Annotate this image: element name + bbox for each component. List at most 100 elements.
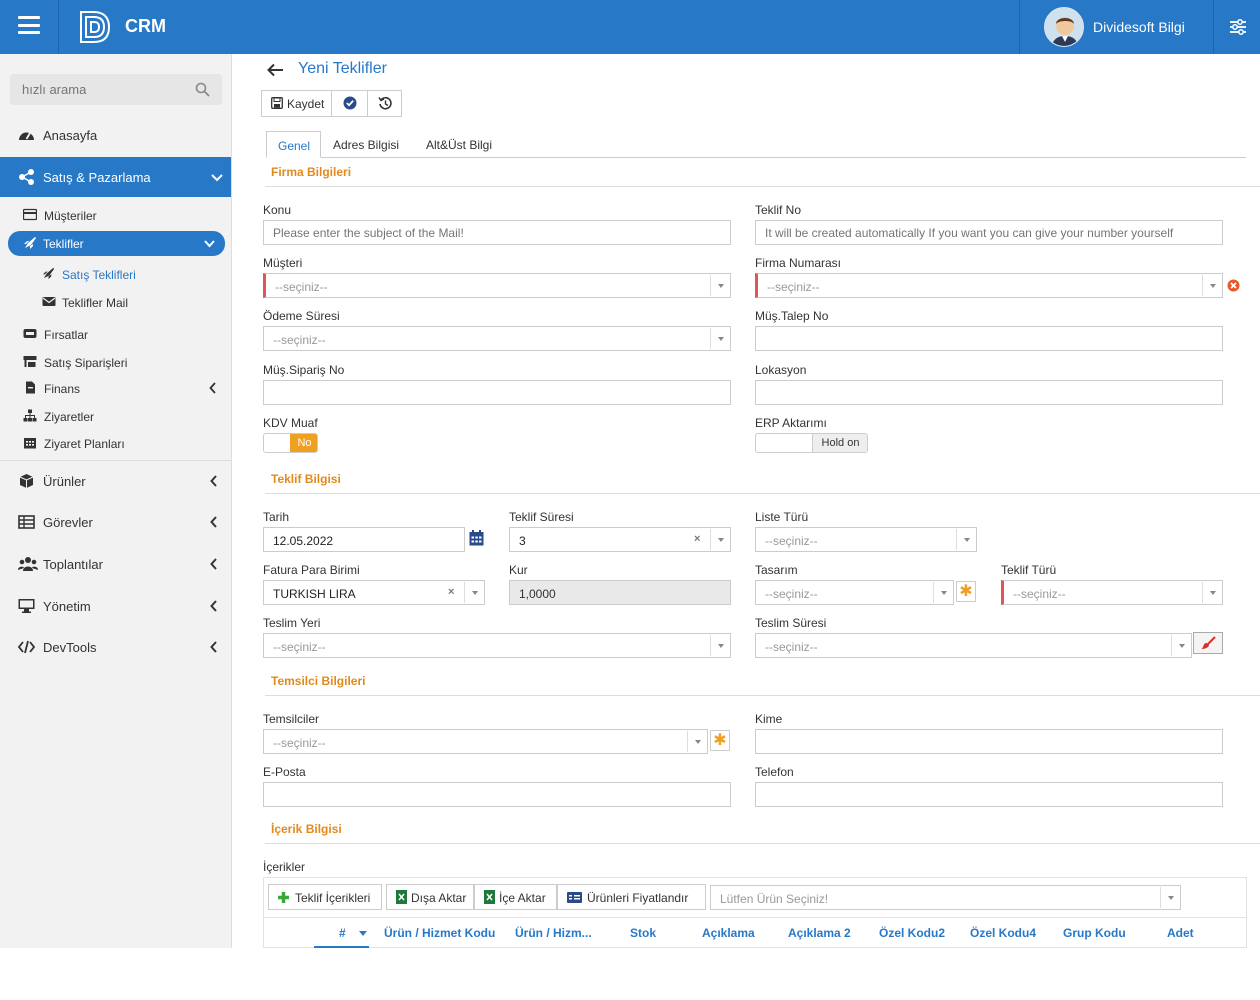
sidebar-subitem-finans[interactable]: Finans bbox=[0, 375, 231, 401]
approve-button[interactable] bbox=[332, 91, 368, 116]
disa-aktar-button[interactable]: Dışa Aktar bbox=[386, 884, 474, 910]
mus-talep-no-input[interactable] bbox=[755, 326, 1223, 351]
temsilciler-select[interactable]: --seçiniz-- bbox=[263, 729, 708, 754]
sidebar-subitem-ziyaretler[interactable]: Ziyaretler bbox=[0, 403, 231, 429]
toggle-state: No bbox=[290, 434, 317, 452]
star-button[interactable]: ✱ bbox=[710, 730, 730, 751]
teklif-turu-select[interactable]: --seçiniz-- bbox=[1001, 580, 1223, 605]
search-icon[interactable] bbox=[195, 82, 210, 97]
search-input[interactable] bbox=[22, 82, 192, 97]
kdv-muaf-toggle[interactable]: No bbox=[263, 433, 318, 453]
tasarim-select[interactable]: --seçiniz-- bbox=[755, 580, 954, 605]
chevron-left-icon[interactable] bbox=[209, 382, 217, 394]
teslim-suresi-select[interactable]: --seçiniz-- bbox=[755, 633, 1192, 658]
dropdown-arrow-icon[interactable] bbox=[1160, 887, 1180, 908]
dropdown-arrow-icon[interactable] bbox=[1171, 635, 1191, 656]
ice-aktar-button[interactable]: İçe Aktar bbox=[474, 884, 557, 910]
tarih-input[interactable]: 12.05.2022 bbox=[263, 527, 465, 552]
dropdown-arrow-icon[interactable] bbox=[710, 275, 730, 296]
grid-column-header[interactable]: Özel Kodu2 bbox=[879, 926, 945, 940]
grid-column-header[interactable]: Stok bbox=[630, 926, 656, 940]
dropdown-arrow-icon[interactable] bbox=[710, 635, 730, 656]
tab-alt-ust-bilgi[interactable]: Alt&Üst Bilgi bbox=[415, 131, 503, 158]
tab-genel[interactable]: Genel bbox=[266, 131, 321, 158]
teslim-yeri-select[interactable]: --seçiniz-- bbox=[263, 633, 731, 658]
dropdown-arrow-icon[interactable] bbox=[956, 529, 976, 550]
grid-column-header[interactable]: # bbox=[339, 926, 346, 940]
musteri-select[interactable]: --seçiniz-- bbox=[263, 273, 731, 298]
dropdown-arrow-icon[interactable] bbox=[1202, 275, 1222, 296]
kime-input[interactable] bbox=[755, 729, 1223, 754]
sort-down-icon[interactable] bbox=[359, 931, 367, 936]
sidebar-item-yonetim[interactable]: Yönetim bbox=[0, 586, 231, 626]
chevron-left-icon[interactable] bbox=[209, 558, 219, 570]
star-button[interactable]: ✱ bbox=[956, 581, 976, 602]
konu-input[interactable] bbox=[263, 220, 731, 245]
clear-icon[interactable]: × bbox=[694, 533, 706, 545]
user-name[interactable]: Dividesoft Bilgi bbox=[1093, 19, 1185, 35]
sidebar-item-toplantilar[interactable]: Toplantılar bbox=[0, 544, 231, 584]
teklif-no-input[interactable] bbox=[755, 220, 1223, 245]
grid-column-header[interactable]: Ürün / Hizm... bbox=[515, 926, 592, 940]
dropdown-arrow-icon[interactable] bbox=[710, 328, 730, 349]
clear-icon[interactable]: × bbox=[448, 586, 460, 598]
sliders-icon[interactable] bbox=[1229, 18, 1247, 36]
tab-adres-bilgisi[interactable]: Adres Bilgisi bbox=[322, 131, 410, 158]
teklif-icerikleri-button[interactable]: Teklif İçerikleri bbox=[268, 884, 382, 910]
clear-circle-icon[interactable] bbox=[1227, 279, 1240, 292]
chevron-down-icon[interactable] bbox=[204, 239, 215, 248]
chevron-left-icon[interactable] bbox=[209, 516, 219, 528]
e-posta-input[interactable] bbox=[263, 782, 731, 807]
telefon-input[interactable] bbox=[755, 782, 1223, 807]
sidebar-item-urunler[interactable]: Ürünler bbox=[0, 461, 231, 501]
chevron-left-icon[interactable] bbox=[209, 475, 219, 487]
liste-turu-select[interactable]: --seçiniz-- bbox=[755, 527, 977, 552]
firma-numarasi-select[interactable]: --seçiniz-- bbox=[755, 273, 1223, 298]
sidebar-item-anasayfa[interactable]: Anasayfa bbox=[0, 115, 231, 155]
fatura-para-birimi-select[interactable]: TURKISH LIRA × bbox=[263, 580, 485, 605]
sidebar-subitem-satis-siparisleri[interactable]: Satış Siparişleri bbox=[0, 349, 231, 375]
back-arrow-icon[interactable] bbox=[267, 63, 284, 77]
eraser-button[interactable] bbox=[1193, 632, 1223, 654]
erp-aktarimi-toggle[interactable]: Hold on bbox=[755, 433, 868, 453]
dropdown-arrow-icon[interactable] bbox=[710, 529, 730, 550]
chevron-left-icon[interactable] bbox=[209, 641, 219, 653]
grid-column-header[interactable]: Açıklama bbox=[702, 926, 755, 940]
urunleri-fiyatlandir-button[interactable]: Ürünleri Fiyatlandır bbox=[557, 884, 706, 910]
divider bbox=[58, 0, 59, 54]
sidebar-subitem-firsatlar[interactable]: Fırsatlar bbox=[0, 321, 231, 347]
sidebar-item-devtools[interactable]: DevTools bbox=[0, 627, 231, 667]
hamburger-menu-icon[interactable] bbox=[18, 16, 40, 34]
grid-column-header[interactable]: Ürün / Hizmet Kodu bbox=[384, 926, 495, 940]
sidebar-subitem-ziyaret-planlari[interactable]: Ziyaret Planları bbox=[0, 430, 231, 456]
odeme-suresi-select[interactable]: --seçiniz-- bbox=[263, 326, 731, 351]
chevron-left-icon[interactable] bbox=[209, 600, 219, 612]
chevron-down-icon[interactable] bbox=[211, 172, 223, 184]
calendar-icon[interactable] bbox=[469, 530, 484, 546]
avatar[interactable] bbox=[1044, 7, 1084, 47]
dropdown-arrow-icon[interactable] bbox=[687, 731, 707, 752]
grid-column-header[interactable]: Grup Kodu bbox=[1063, 926, 1126, 940]
sidebar-subitem-satis-teklifleri[interactable]: Satış Teklifleri bbox=[0, 261, 231, 287]
divider bbox=[1213, 0, 1214, 54]
history-button[interactable] bbox=[368, 91, 402, 116]
dropdown-arrow-icon[interactable] bbox=[464, 582, 484, 603]
sidebar-item-label: Ürünler bbox=[43, 474, 86, 489]
sidebar-item-satis-pazarlama[interactable]: Satış & Pazarlama bbox=[0, 157, 231, 197]
teklif-suresi-select[interactable]: 3 × bbox=[509, 527, 731, 552]
mus-siparis-no-input[interactable] bbox=[263, 380, 731, 405]
grid-column-header[interactable]: Özel Kodu4 bbox=[970, 926, 1036, 940]
dropdown-arrow-icon[interactable] bbox=[933, 582, 953, 603]
sidebar-item-gorevler[interactable]: Görevler bbox=[0, 502, 231, 542]
sidebar-subitem-musteriler[interactable]: Müşteriler bbox=[0, 202, 231, 228]
grid-column-header[interactable]: Açıklama 2 bbox=[788, 926, 851, 940]
sidebar-subitem-teklifler[interactable]: Teklifler bbox=[8, 231, 225, 256]
search-box[interactable] bbox=[10, 74, 222, 105]
sidebar-item-label: Finans bbox=[44, 382, 81, 396]
lokasyon-input[interactable] bbox=[755, 380, 1223, 405]
save-button[interactable]: Kaydet bbox=[262, 91, 332, 116]
dropdown-arrow-icon[interactable] bbox=[1202, 582, 1222, 603]
sidebar-subitem-teklifler-mail[interactable]: Teklifler Mail bbox=[0, 289, 231, 315]
grid-column-header[interactable]: Adet bbox=[1167, 926, 1194, 940]
urun-select[interactable]: Lütfen Ürün Seçiniz! bbox=[710, 885, 1181, 910]
